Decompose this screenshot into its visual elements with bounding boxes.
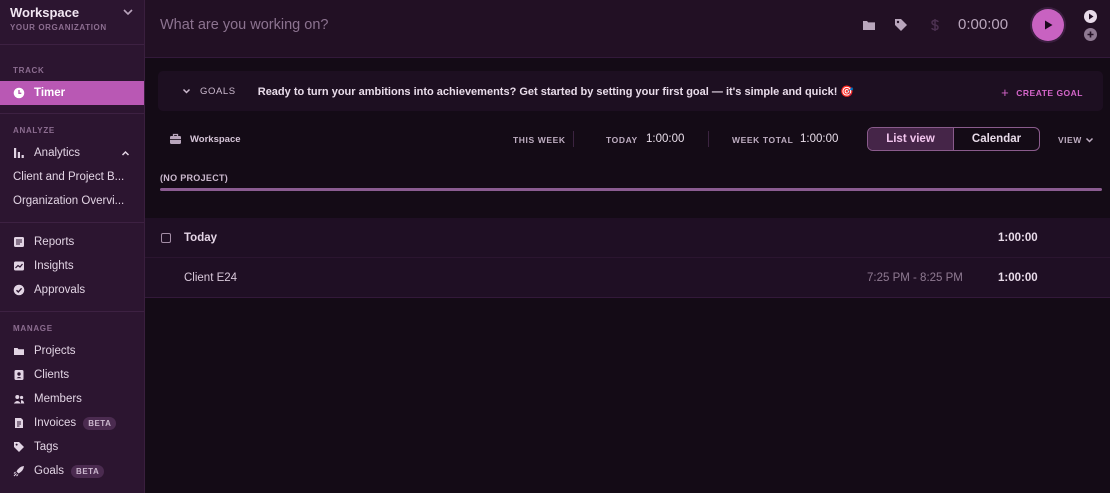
chevron-down-icon: [1085, 137, 1093, 143]
chevron-down-icon[interactable]: [182, 87, 191, 95]
day-total: 1:00:00: [998, 232, 1038, 244]
sidebar-item-label: Goals: [34, 465, 65, 477]
workspace-subtitle: YOUR ORGANIZATION: [10, 23, 107, 32]
entry-duration[interactable]: 1:00:00: [998, 272, 1038, 284]
entry-time-range[interactable]: 7:25 PM - 8:25 PM: [867, 272, 963, 284]
workspace-filter[interactable]: Workspace: [169, 133, 241, 145]
create-goal-button[interactable]: + CREATE GOAL: [1001, 85, 1083, 100]
entry-description[interactable]: Client E24: [184, 272, 237, 284]
sidebar: Workspace YOUR ORGANIZATION TRACK Timer …: [0, 0, 145, 493]
sidebar-item-members[interactable]: Members: [0, 387, 144, 411]
timer-bar: What are you working on? 0:00:00: [145, 0, 1110, 58]
clock-icon: [13, 87, 25, 99]
plus-icon: +: [1001, 85, 1010, 100]
sidebar-item-label: Members: [34, 393, 82, 405]
list-view-tab[interactable]: List view: [868, 128, 954, 150]
calendar-tab[interactable]: Calendar: [954, 128, 1039, 150]
sidebar-item-label: Invoices: [34, 417, 77, 429]
timer-display: 0:00:00: [958, 16, 1009, 33]
timer-mode-icon[interactable]: [1084, 10, 1097, 23]
beta-badge: BETA: [83, 416, 117, 430]
start-button[interactable]: [1032, 9, 1064, 41]
sidebar-item-tags[interactable]: Tags: [0, 435, 144, 459]
check-circle-icon: [13, 284, 25, 296]
folder-icon: [13, 345, 25, 357]
workspace-title: Workspace: [10, 5, 80, 20]
divider: [573, 131, 574, 147]
invoice-icon: [13, 417, 25, 429]
section-label-analyze: ANALYZE: [13, 126, 55, 135]
sidebar-item-label: Clients: [34, 369, 70, 381]
beta-badge: BETA: [71, 464, 105, 478]
manual-mode-icon[interactable]: [1084, 28, 1097, 41]
sidebar-item-organization-overview[interactable]: Organization Overvi...: [0, 189, 140, 213]
insights-icon: [13, 260, 25, 272]
tag-icon: [13, 441, 25, 453]
sidebar-item-label: Approvals: [34, 284, 86, 296]
play-icon: [1045, 20, 1053, 30]
today-total: 1:00:00: [646, 133, 685, 145]
project-progress-bar: [160, 188, 1102, 191]
view-dropdown[interactable]: VIEW: [1058, 135, 1094, 145]
sidebar-item-invoices[interactable]: Invoices BETA: [0, 411, 144, 435]
sidebar-item-insights[interactable]: Insights: [0, 254, 144, 278]
week-total: 1:00:00: [800, 133, 839, 145]
select-day-checkbox[interactable]: [161, 233, 171, 243]
sidebar-item-label: Reports: [34, 236, 75, 248]
view-toggle: List view Calendar: [867, 127, 1040, 151]
bar-chart-icon: [13, 147, 25, 159]
week-total-label: WEEK TOTAL: [732, 135, 794, 145]
sidebar-item-projects[interactable]: Projects: [0, 339, 144, 363]
report-icon: [13, 236, 25, 248]
sidebar-item-timer[interactable]: Timer: [0, 81, 144, 105]
create-goal-label: CREATE GOAL: [1016, 87, 1083, 98]
sidebar-item-label: Projects: [34, 345, 76, 357]
rocket-icon: [13, 465, 25, 477]
sidebar-item-analytics[interactable]: Analytics: [0, 141, 144, 165]
section-label-manage: MANAGE: [13, 324, 53, 333]
sidebar-item-label: Timer: [34, 87, 66, 99]
goals-banner: GOALS Ready to turn your ambitions into …: [158, 71, 1103, 111]
description-input[interactable]: What are you working on?: [160, 17, 328, 33]
chevron-down-icon: [123, 9, 133, 16]
goals-label[interactable]: GOALS: [200, 86, 236, 97]
sidebar-item-label: Insights: [34, 260, 74, 272]
contact-card-icon: [13, 369, 25, 381]
folder-icon[interactable]: [862, 18, 876, 32]
briefcase-icon: [170, 133, 181, 144]
sidebar-item-reports[interactable]: Reports: [0, 230, 144, 254]
week-selector[interactable]: THIS WEEK: [513, 135, 566, 145]
today-label: TODAY: [606, 135, 638, 145]
sidebar-item-client-project[interactable]: Client and Project B...: [0, 165, 140, 189]
sidebar-item-label: Analytics: [34, 147, 81, 159]
workspace-switcher[interactable]: Workspace YOUR ORGANIZATION: [0, 0, 144, 45]
sidebar-item-label: Tags: [34, 441, 59, 453]
day-label: Today: [184, 232, 218, 244]
project-label: (NO PROJECT): [160, 173, 229, 183]
sidebar-item-goals[interactable]: Goals BETA: [0, 459, 144, 483]
day-group: Today 1:00:00 Client E24 7:25 PM - 8:25 …: [145, 218, 1110, 298]
workspace-label: Workspace: [190, 133, 241, 145]
users-icon: [13, 393, 25, 405]
tag-icon[interactable]: [894, 18, 908, 32]
section-label-track: TRACK: [13, 66, 45, 75]
sidebar-item-approvals[interactable]: Approvals: [0, 278, 144, 302]
sidebar-item-clients[interactable]: Clients: [0, 363, 144, 387]
chevron-up-icon[interactable]: [121, 149, 130, 157]
goals-message: Ready to turn your ambitions into achiev…: [257, 85, 855, 98]
day-header: Today 1:00:00: [145, 218, 1110, 258]
view-label: VIEW: [1058, 135, 1082, 145]
divider: [708, 131, 709, 147]
dollar-icon[interactable]: [928, 18, 942, 32]
